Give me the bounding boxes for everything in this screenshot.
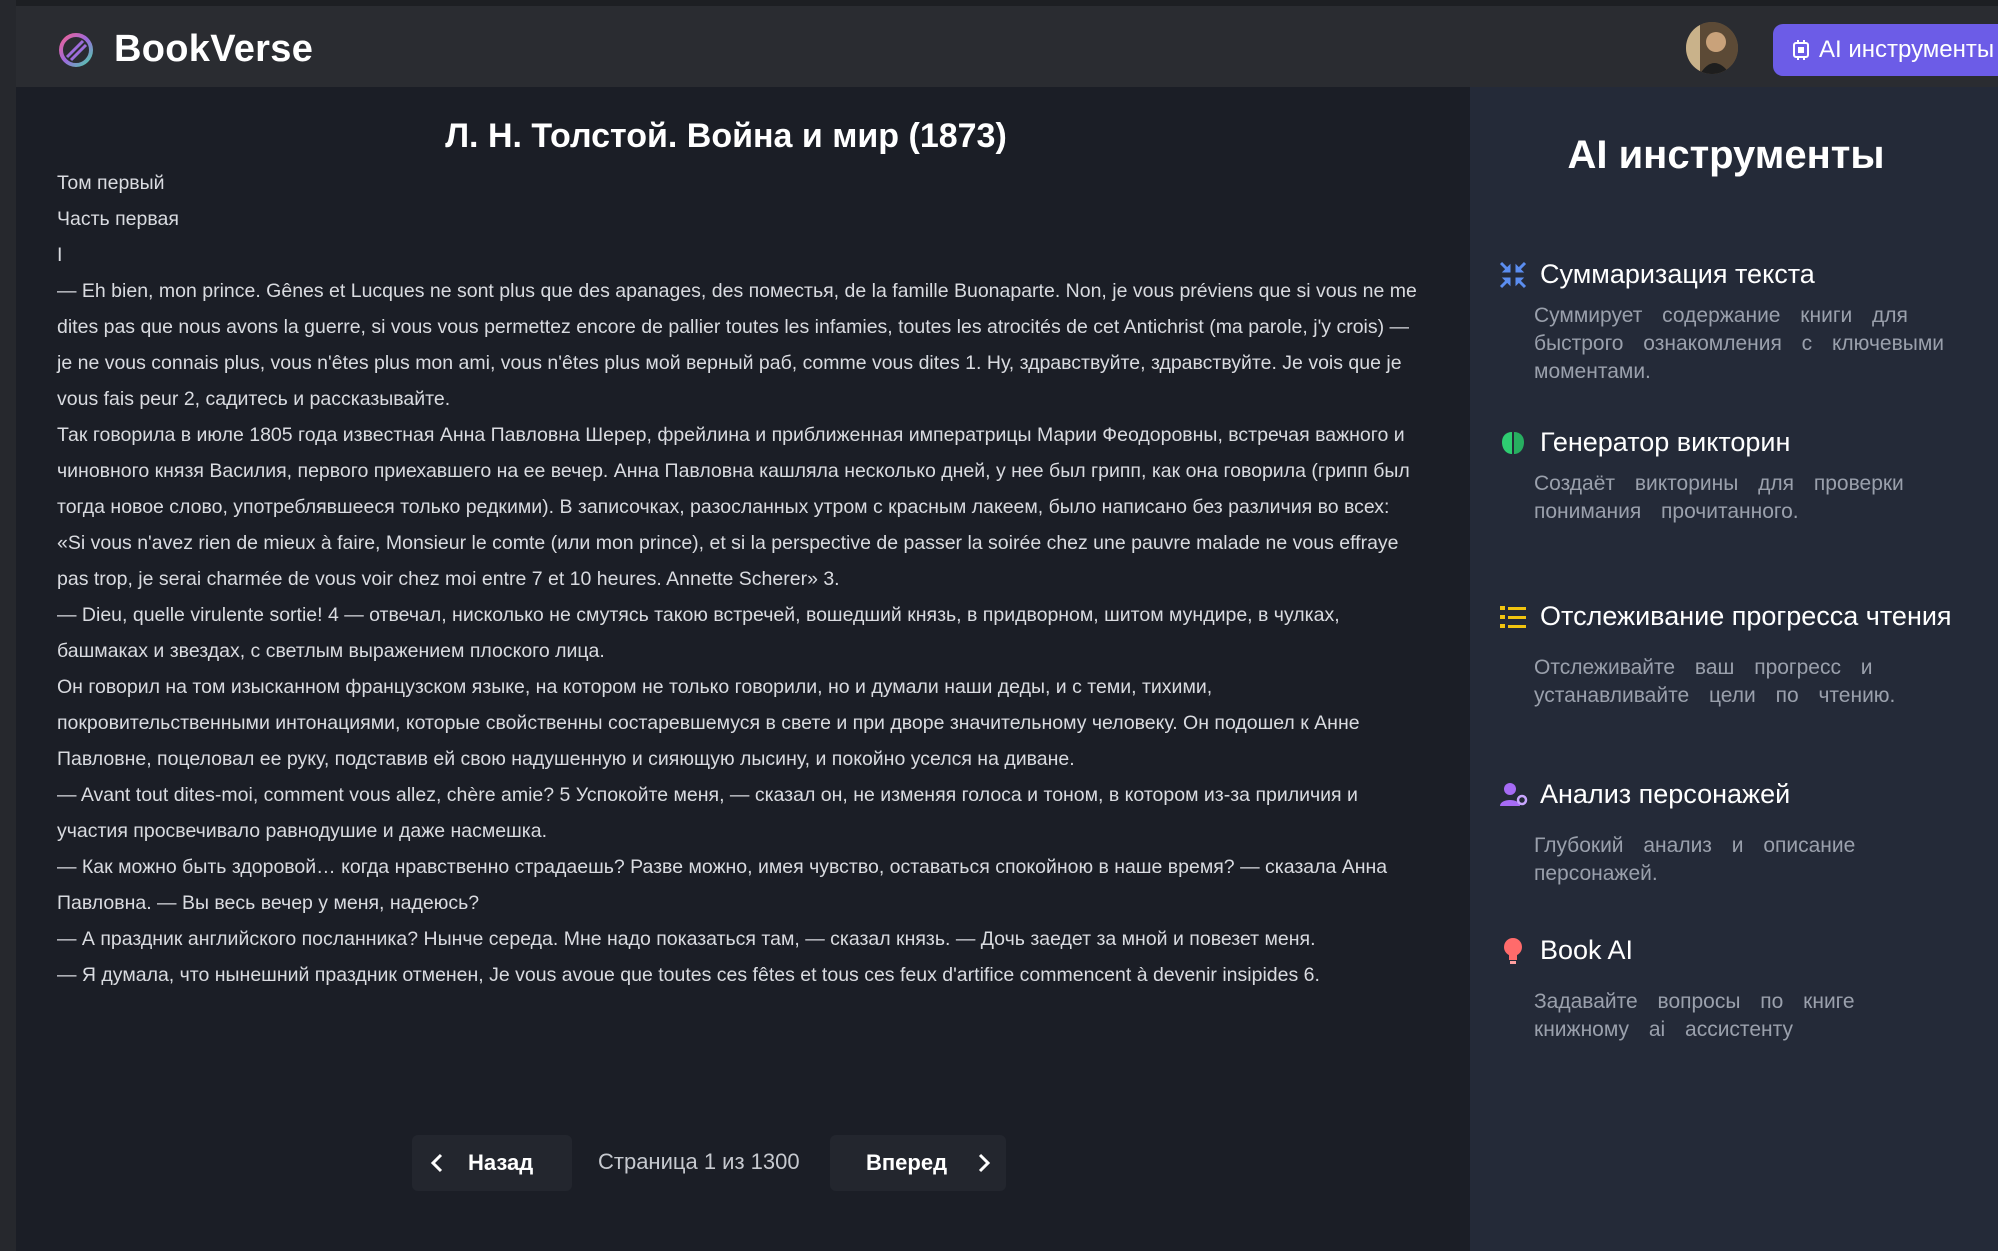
user-gear-icon <box>1500 782 1528 806</box>
next-page-label: Вперед <box>866 1150 948 1175</box>
top-navigation-bar: BookVerse AI инструменты <box>16 0 1998 87</box>
book-paragraph: — Dieu, quelle virulente sortie! 4 — отв… <box>57 604 1340 662</box>
previous-page-button[interactable]: Назад <box>412 1135 572 1191</box>
brain-icon <box>1502 431 1524 454</box>
tool-name: Генератор викторин <box>1540 427 1791 457</box>
tool-summarization[interactable]: Суммаризация текста Суммирует содержание… <box>1498 259 1978 386</box>
avatar-image-icon <box>1686 22 1738 74</box>
tool-book-ai[interactable]: Book AI Задавайте вопросы по книге книжн… <box>1498 935 1978 1044</box>
book-paragraph: Он говорил на том изысканном французском… <box>57 676 1360 770</box>
tool-description: Суммирует содержание книги для быстрого … <box>1534 304 1945 383</box>
book-title: Л. Н. Толстой. Война и мир (1873) <box>445 117 1007 155</box>
book-reader: Л. Н. Толстой. Война и мир (1873) Том пе… <box>16 87 1470 1251</box>
user-avatar[interactable] <box>1686 22 1738 74</box>
book-paragraph: I <box>57 244 63 266</box>
chevron-right-icon <box>979 1153 991 1173</box>
book-paragraph: — Как можно быть здоровой… когда нравств… <box>57 856 1388 914</box>
book-text: Том первый Часть первая I — Eh bien, mon… <box>57 165 1417 993</box>
window-left-edge <box>0 0 16 1251</box>
chevron-left-icon <box>430 1153 443 1173</box>
tool-description: Глубокий анализ и описание персонажей. <box>1534 834 1856 885</box>
tool-description: Создаёт викторины для проверки понимания… <box>1534 472 1904 523</box>
compress-arrows-icon <box>1499 261 1527 288</box>
ai-tools-panel: AI инструменты Суммаризация текста Сумми… <box>1470 87 1998 1251</box>
tool-character-analysis[interactable]: Анализ персонажей Глубокий анализ и опис… <box>1498 779 1978 888</box>
list-check-icon <box>1500 605 1526 628</box>
tool-name: Book AI <box>1540 935 1634 965</box>
book-paragraph: «Si vous n'avez rien de mieux à faire, M… <box>57 532 1399 590</box>
book-paragraph: — Avant tout dites-moi, comment vous all… <box>57 784 1358 842</box>
book-paragraph: Так говорила в июле 1805 года известная … <box>57 424 1410 518</box>
tool-name: Отслеживание прогресса чтения <box>1540 601 1952 631</box>
pagination: Назад Страница 1 из 1300 Вперед <box>16 1135 1470 1191</box>
book-paragraph: — Eh bien, mon prince. Gênes et Lucques … <box>57 280 1417 410</box>
panel-title: AI инструменты <box>1567 133 1885 177</box>
tool-quiz-generator[interactable]: Генератор викторин Создаёт викторины для… <box>1498 427 1978 526</box>
tool-name: Анализ персонажей <box>1540 779 1791 809</box>
ai-tools-button[interactable]: AI инструменты <box>1773 24 1998 76</box>
previous-page-label: Назад <box>468 1150 534 1175</box>
bookverse-logo-icon[interactable] <box>56 30 96 70</box>
tool-name: Суммаризация текста <box>1540 259 1815 289</box>
tool-reading-progress[interactable]: Отслеживание прогресса чтения Отслеживай… <box>1498 601 1978 710</box>
next-page-button[interactable]: Вперед <box>830 1135 1006 1191</box>
brand-name[interactable]: BookVerse <box>114 28 313 71</box>
ai-tools-button-label: AI инструменты <box>1819 36 1995 63</box>
tool-description: Отслеживайте ваш прогресс и устанавливай… <box>1534 656 1896 707</box>
book-paragraph: Часть первая <box>57 208 179 230</box>
book-paragraph: Том первый <box>57 172 165 194</box>
book-paragraph: — А праздник английского посланника? Нын… <box>57 928 1316 950</box>
tool-description: Задавайте вопросы по книге книжному ai а… <box>1534 990 1855 1041</box>
page-indicator: Страница 1 из 1300 <box>598 1149 800 1174</box>
chip-icon <box>1793 40 1809 60</box>
book-paragraph: — Я думала, что нынешний праздник отмене… <box>57 964 1320 986</box>
lightbulb-icon <box>1504 937 1522 964</box>
